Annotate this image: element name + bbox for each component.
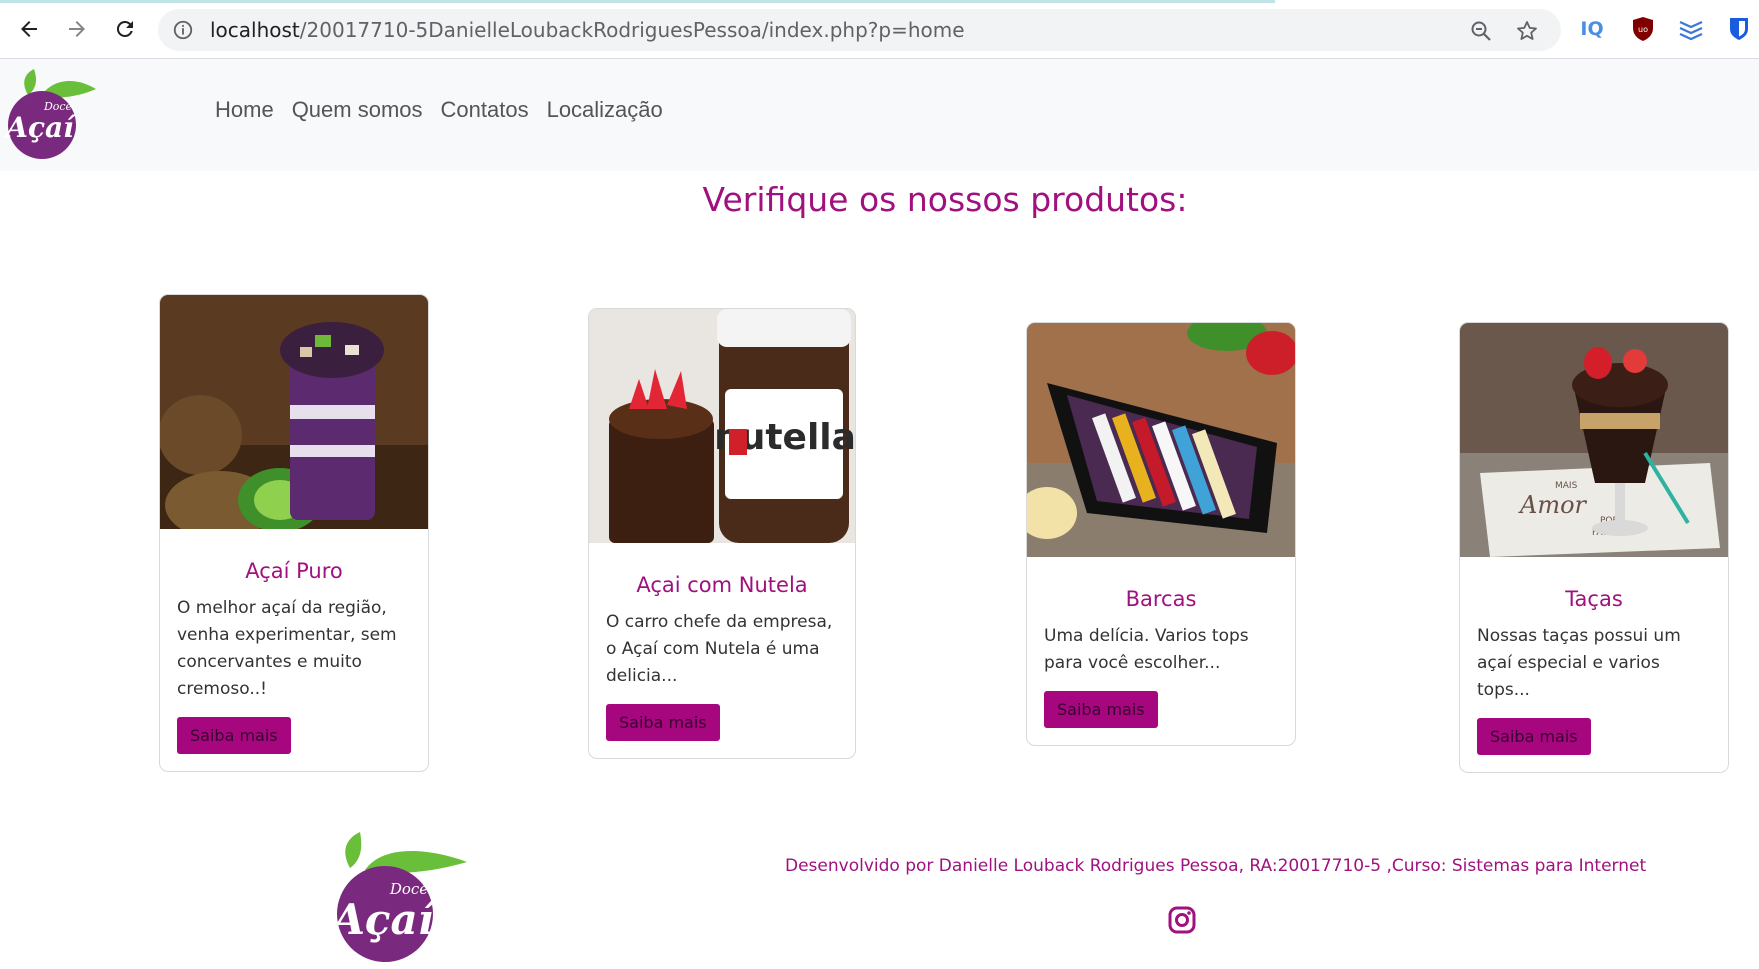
bitwarden-extension-icon[interactable] <box>1726 16 1752 42</box>
product-description: O melhor açaí da região, venha experimen… <box>177 598 397 699</box>
reload-button[interactable] <box>110 14 140 44</box>
zotero-icon <box>1679 20 1703 41</box>
barcas-image <box>1027 323 1295 557</box>
back-button[interactable] <box>14 14 44 44</box>
reload-icon <box>116 20 133 37</box>
footer-credit: Desenvolvido por Danielle Louback Rodrig… <box>785 856 1647 876</box>
product-description: O carro chefe da empresa, o Açaí com Nut… <box>606 612 833 686</box>
svg-text:uo: uo <box>1638 25 1648 34</box>
url-text: localhost/20017710-5DanielleLoubackRodri… <box>210 9 965 51</box>
address-bar[interactable]: localhost/20017710-5DanielleLoubackRodri… <box>158 9 1561 51</box>
product-card-acai-nutela: nutella Açai com Nutela O carro chefe da… <box>588 308 856 759</box>
product-title: Açai com Nutela <box>636 573 808 597</box>
footer-logo: Doce Açaí <box>328 832 467 962</box>
acai-puro-image <box>160 295 428 529</box>
product-title: Taças <box>1565 587 1623 611</box>
url-host: localhost <box>210 18 300 42</box>
product-description: Uma delícia. Varios tops para você escol… <box>1044 626 1249 673</box>
doce-acai-logo[interactable]: Doce Açaí <box>0 67 100 163</box>
z-extension-icon[interactable] <box>1678 16 1704 42</box>
info-icon <box>173 20 193 40</box>
cup-text-amor: Amor <box>1518 491 1588 519</box>
product-card-acai-puro: Açaí Puro O melhor açaí da região, venha… <box>159 294 429 772</box>
site-navbar: Doce Açaí Home Quem somos Contatos Local… <box>0 59 1759 171</box>
products-heading: Verifique os nossos produtos: <box>702 180 1188 219</box>
arrow-left-icon <box>21 21 37 37</box>
ublock-extension-icon[interactable]: uo <box>1630 16 1656 42</box>
product-description: Nossas taças possui um açaí especial e v… <box>1477 626 1681 700</box>
nav-home[interactable]: Home <box>206 97 283 123</box>
saiba-mais-button[interactable]: Saiba mais <box>1477 718 1591 755</box>
nav-localizacao[interactable]: Localização <box>538 97 672 123</box>
forward-button[interactable] <box>62 14 92 44</box>
bookmark-star-icon[interactable] <box>1515 19 1539 43</box>
arrow-right-icon <box>69 21 85 37</box>
product-title: Açaí Puro <box>245 559 343 583</box>
page-load-indicator <box>0 0 1275 3</box>
acai-nutela-image: nutella <box>589 309 855 543</box>
logo-line2: Açaí <box>3 111 77 144</box>
zoom-out-icon[interactable] <box>1469 19 1493 43</box>
product-title: Barcas <box>1125 587 1197 611</box>
nav-contatos[interactable]: Contatos <box>432 97 538 123</box>
tacas-image: MAIS Amor POR FAVOR <box>1460 323 1728 557</box>
bitwarden-shield-icon <box>1730 18 1748 40</box>
logo-line2: Açaí <box>328 895 437 944</box>
saiba-mais-button[interactable]: Saiba mais <box>177 717 291 754</box>
iq-extension-label: IQ <box>1580 18 1604 40</box>
saiba-mais-button[interactable]: Saiba mais <box>606 704 720 741</box>
saiba-mais-button[interactable]: Saiba mais <box>1044 691 1158 728</box>
nav-quem-somos[interactable]: Quem somos <box>283 97 432 123</box>
cup-text-mais: MAIS <box>1555 481 1578 491</box>
main-menu: Home Quem somos Contatos Localização <box>206 97 672 123</box>
shield-icon: uo <box>1633 17 1653 41</box>
product-card-barcas: Barcas Uma delícia. Varios tops para voc… <box>1026 322 1296 746</box>
iq-extension-icon[interactable]: IQ <box>1579 16 1605 42</box>
product-card-tacas: MAIS Amor POR FAVOR Taças Nossas taças p… <box>1459 322 1729 773</box>
instagram-icon[interactable] <box>1167 905 1197 935</box>
url-path: /20017710-5DanielleLoubackRodriguesPesso… <box>299 18 965 42</box>
browser-toolbar: localhost/20017710-5DanielleLoubackRodri… <box>0 0 1759 59</box>
